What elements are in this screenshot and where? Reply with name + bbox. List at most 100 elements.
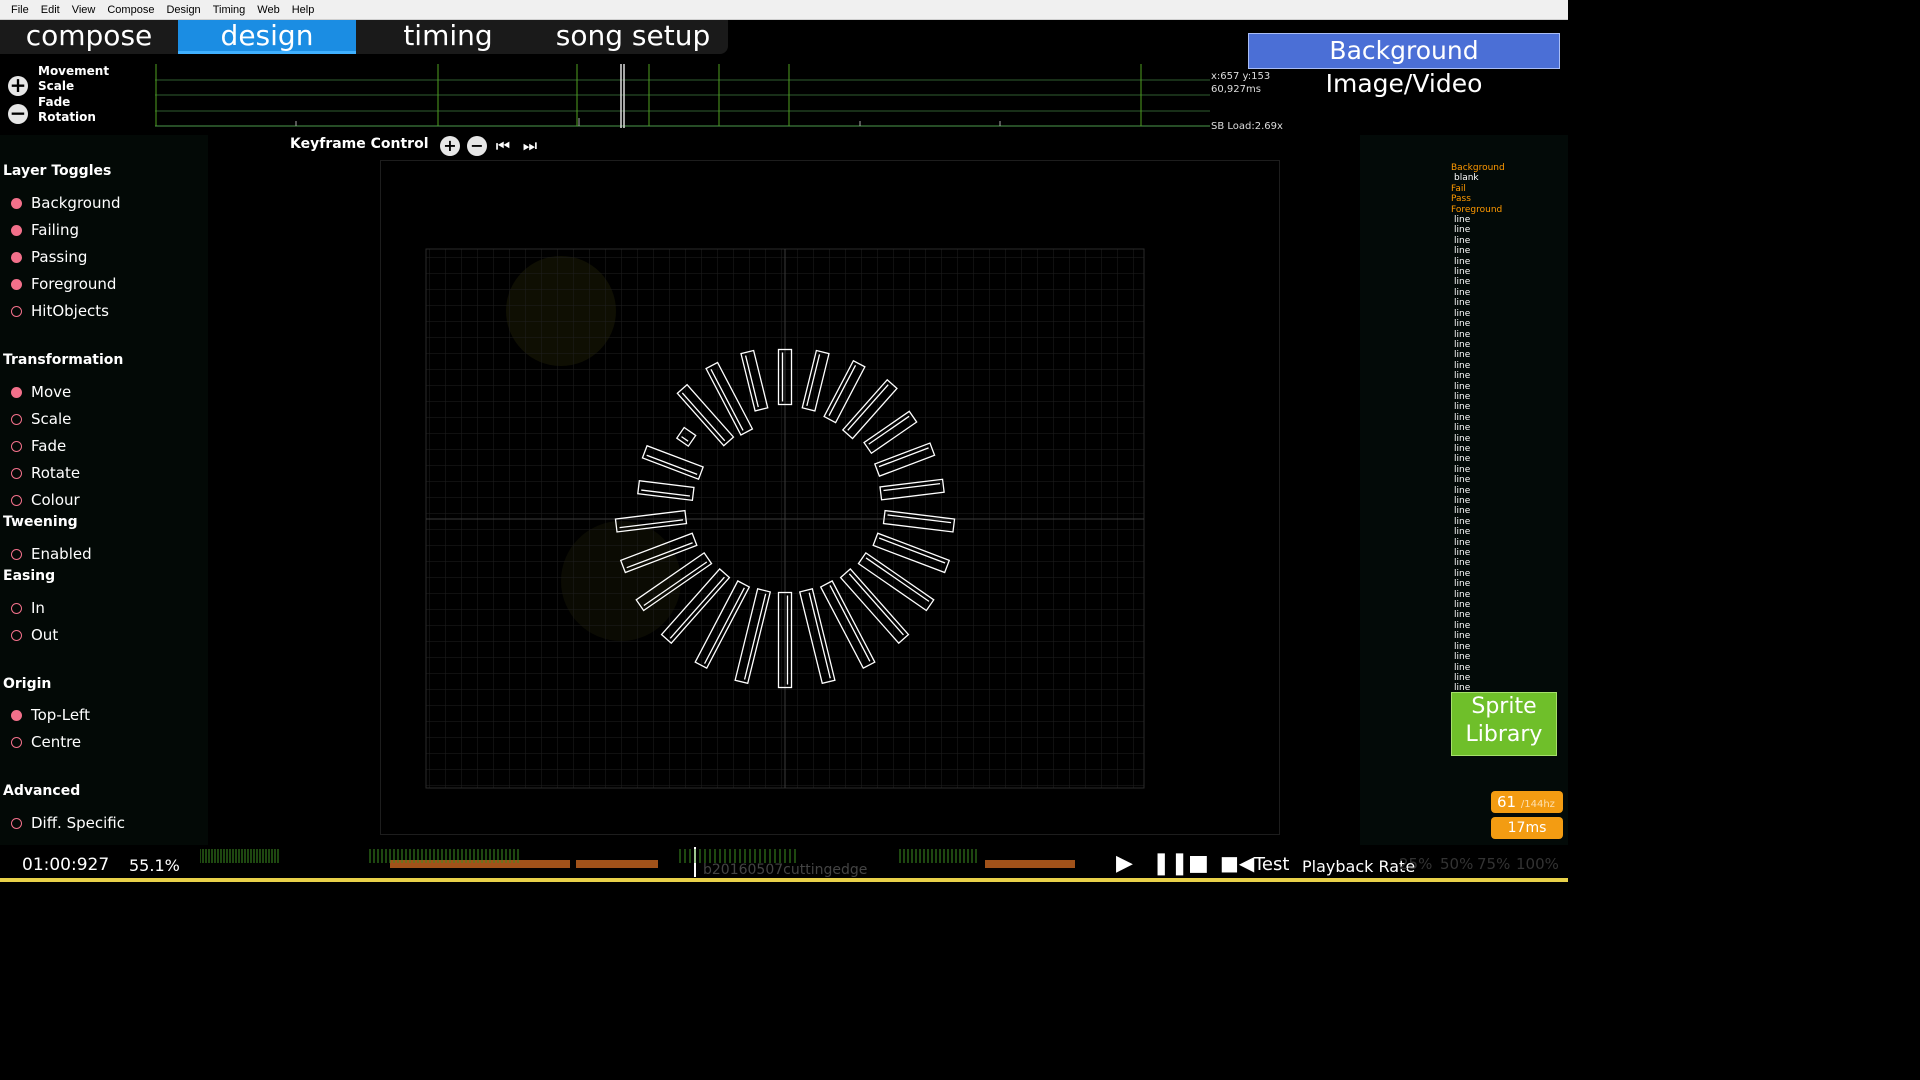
layer-sprite-item[interactable]: line — [1451, 517, 1505, 527]
stop-icon[interactable]: ■ — [1188, 851, 1209, 876]
origin-centre[interactable]: Centre — [11, 733, 81, 751]
layer-sprite-item[interactable]: line — [1451, 444, 1505, 454]
background-image-video-button[interactable]: Background Image/Video — [1248, 33, 1560, 98]
layer-sprite-item[interactable]: line — [1451, 371, 1505, 381]
menu-design[interactable]: Design — [160, 4, 206, 16]
rate-75[interactable]: 75% — [1477, 855, 1510, 873]
toggle-passing[interactable]: Passing — [11, 248, 87, 266]
layer-sprite-item[interactable]: line — [1451, 288, 1505, 298]
origin-top-left[interactable]: Top-Left — [11, 706, 90, 724]
layer-sprite-item[interactable]: line — [1451, 527, 1505, 537]
layer-sprite-item[interactable]: line — [1451, 496, 1505, 506]
layer-sprite-item[interactable]: line — [1451, 486, 1505, 496]
layer-sprite-item[interactable]: line — [1451, 465, 1505, 475]
layer-sprite-item[interactable]: line — [1451, 631, 1505, 641]
layer-group[interactable]: Background — [1451, 163, 1505, 173]
toggle-background[interactable]: Background — [11, 194, 121, 212]
add-keyframe-icon[interactable]: + — [8, 75, 28, 96]
tab-timing[interactable]: timing — [356, 20, 540, 54]
timeline-tracks[interactable] — [155, 64, 1210, 128]
tab-compose[interactable]: compose — [0, 20, 178, 54]
layer-sprite-item[interactable]: line — [1451, 475, 1505, 485]
layer-group[interactable]: Fail — [1451, 184, 1505, 194]
layer-sprite-item[interactable]: line — [1451, 673, 1505, 683]
layer-sprite-item[interactable]: line — [1451, 663, 1505, 673]
toggle-hitobjects[interactable]: HitObjects — [11, 302, 109, 320]
keyframe-remove-icon[interactable]: − — [467, 136, 487, 156]
transform-move[interactable]: Move — [11, 383, 71, 401]
layer-sprite-item[interactable]: line — [1451, 558, 1505, 568]
layer-sprite-item[interactable]: line — [1451, 277, 1505, 287]
menu-edit[interactable]: Edit — [35, 4, 66, 16]
layer-sprite-item[interactable]: line — [1451, 434, 1505, 444]
layer-sprite-item[interactable]: line — [1451, 600, 1505, 610]
layer-sprite-item[interactable]: line — [1451, 621, 1505, 631]
layer-sprite-item[interactable]: line — [1451, 340, 1505, 350]
remove-keyframe-icon[interactable]: − — [8, 103, 28, 124]
layer-sprite-item[interactable]: line — [1451, 215, 1505, 225]
easing-out[interactable]: Out — [11, 626, 58, 644]
layer-sprite-item[interactable]: line — [1451, 548, 1505, 558]
layer-sprite-item[interactable]: line — [1451, 579, 1505, 589]
layer-sprite-item[interactable]: line — [1451, 642, 1505, 652]
rate-25[interactable]: 25% — [1399, 855, 1432, 873]
layer-sprite-item[interactable]: line — [1451, 569, 1505, 579]
transform-scale[interactable]: Scale — [11, 410, 71, 428]
layer-sprite-item[interactable]: line — [1451, 309, 1505, 319]
playfield[interactable] — [380, 160, 1280, 835]
layer-sprite-item[interactable]: line — [1451, 590, 1505, 600]
record-camera-icon[interactable]: ■◀ — [1220, 851, 1254, 875]
layer-sprite-item[interactable]: line — [1451, 236, 1505, 246]
layer-sprite-item[interactable]: line — [1451, 402, 1505, 412]
keyframe-prev-icon[interactable]: ⏮ — [493, 136, 513, 156]
menu-view[interactable]: View — [66, 4, 102, 16]
rate-50[interactable]: 50% — [1440, 855, 1473, 873]
keyframe-add-icon[interactable]: + — [440, 136, 460, 156]
layer-sprite-item[interactable]: line — [1451, 361, 1505, 371]
layer-sprite-item[interactable]: line — [1451, 652, 1505, 662]
layer-sprite-item[interactable]: line — [1451, 350, 1505, 360]
option-label: Diff. Specific — [31, 814, 125, 832]
menu-help[interactable]: Help — [286, 4, 321, 16]
keyframe-next-icon[interactable]: ⏭ — [520, 136, 540, 156]
test-button[interactable]: Test — [1254, 854, 1289, 875]
layer-sprite-item[interactable]: line — [1451, 610, 1505, 620]
layer-sprite-item[interactable]: line — [1451, 423, 1505, 433]
layer-sprite-item[interactable]: line — [1451, 330, 1505, 340]
menu-compose[interactable]: Compose — [101, 4, 160, 16]
layer-sprite-item[interactable]: line — [1451, 506, 1505, 516]
layer-sprite-item[interactable]: line — [1451, 382, 1505, 392]
rate-100[interactable]: 100% — [1516, 855, 1559, 873]
song-timeline[interactable] — [200, 847, 1100, 877]
menu-timing[interactable]: Timing — [207, 4, 252, 16]
diff-specific-toggle[interactable]: Diff. Specific — [11, 814, 125, 832]
menu-file[interactable]: File — [0, 4, 35, 16]
tweening-enabled[interactable]: Enabled — [11, 545, 92, 563]
toggle-failing[interactable]: Failing — [11, 221, 79, 239]
layer-sprite-item[interactable]: line — [1451, 257, 1505, 267]
toggle-foreground[interactable]: Foreground — [11, 275, 116, 293]
layer-sprite-item[interactable]: line — [1451, 538, 1505, 548]
layer-sprite-item[interactable]: line — [1451, 298, 1505, 308]
layer-sprite-item[interactable]: line — [1451, 413, 1505, 423]
menu-web[interactable]: Web — [251, 4, 285, 16]
tab-song-setup[interactable]: song setup — [540, 20, 726, 54]
layer-sprite-item[interactable]: line — [1451, 267, 1505, 277]
play-icon[interactable]: ▶ — [1116, 851, 1133, 876]
transform-rotate[interactable]: Rotate — [11, 464, 80, 482]
layer-sprite-item[interactable]: line — [1451, 454, 1505, 464]
layer-group[interactable]: Foreground — [1451, 205, 1505, 215]
tab-design[interactable]: design — [178, 20, 356, 54]
layer-group[interactable]: Pass — [1451, 194, 1505, 204]
layer-sprite-item[interactable]: line — [1451, 246, 1505, 256]
easing-in[interactable]: In — [11, 599, 45, 617]
pause-icon[interactable]: ❚❚ — [1152, 851, 1189, 876]
layer-sprite-item[interactable]: line — [1451, 319, 1505, 329]
sprite-library-button[interactable]: Sprite Library — [1451, 692, 1557, 756]
layer-sprite-item[interactable]: blank — [1451, 173, 1505, 183]
layer-sprite-item[interactable]: line — [1451, 225, 1505, 235]
transform-fade[interactable]: Fade — [11, 437, 66, 455]
transform-colour[interactable]: Colour — [11, 491, 80, 509]
playfield-canvas[interactable] — [381, 161, 1279, 834]
layer-sprite-item[interactable]: line — [1451, 392, 1505, 402]
